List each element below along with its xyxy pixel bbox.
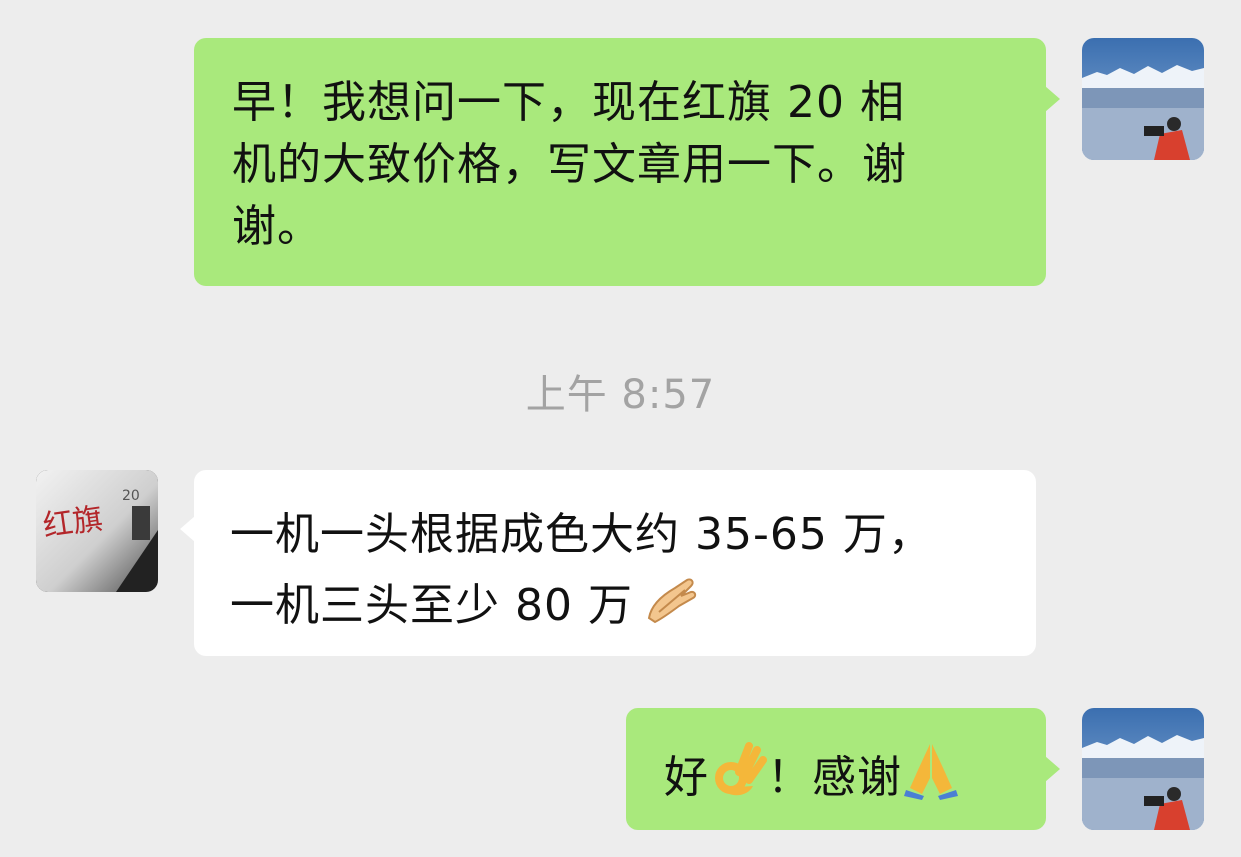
message-line-text: 一机三头至少 80 万 <box>230 580 633 631</box>
message-timestamp: 上午 8:57 <box>525 372 716 418</box>
message-text-part: 好 <box>664 752 709 803</box>
message-line: 机的大致价格，写文章用一下。谢 <box>232 139 907 190</box>
message-line: 谢。 <box>232 201 322 252</box>
ok-hand-icon <box>709 738 767 800</box>
mountain-photographer-icon <box>1082 708 1204 830</box>
message-line: 一机三头至少 80 万 <box>230 566 1016 637</box>
folded-hands-icon <box>902 738 960 800</box>
pinched-fingers-icon <box>641 566 699 628</box>
message-line: 一机一头根据成色大约 35-65 万， <box>230 509 933 560</box>
model-number-text: 20 <box>122 488 140 504</box>
message-line: 早！我想问一下，现在红旗 20 相 <box>232 77 905 128</box>
message-bubble-incoming-1[interactable]: 一机一头根据成色大约 35-65 万， 一机三头至少 80 万 <box>180 470 1036 656</box>
my-avatar[interactable] <box>1082 38 1204 160</box>
message-line: 好 ！感谢 <box>664 738 1026 809</box>
camera-nameplate-icon: 红旗 20 <box>36 470 158 592</box>
message-bubble-outgoing-2[interactable]: 好 ！感谢 <box>626 708 1060 830</box>
my-avatar[interactable] <box>1082 708 1204 830</box>
mountain-photographer-icon <box>1082 38 1204 160</box>
message-bubble-outgoing-1[interactable]: 早！我想问一下，现在红旗 20 相 机的大致价格，写文章用一下。谢 谢。 <box>194 38 1060 286</box>
contact-avatar[interactable]: 红旗 20 <box>36 470 158 592</box>
message-text-part: ！感谢 <box>767 752 902 803</box>
